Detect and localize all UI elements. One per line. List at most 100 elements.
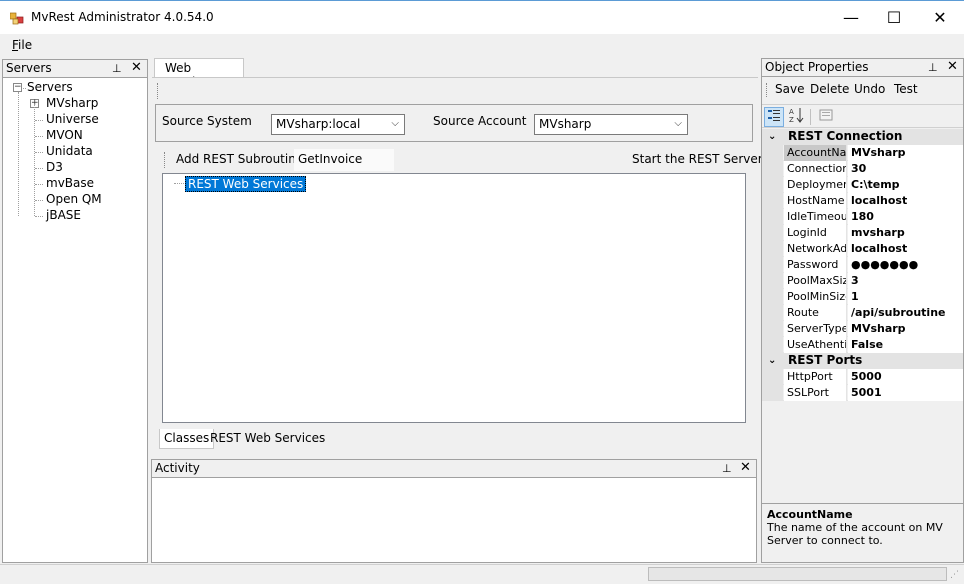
pin-icon[interactable]: ⊥ [722,460,732,477]
property-row[interactable]: SSLPort 5001 [762,385,963,401]
property-row[interactable]: ServerType MVsharp [762,321,963,337]
description-text: The name of the account on MV Server to … [767,521,943,547]
collapse-icon[interactable]: − [13,83,22,92]
property-gutter [762,369,783,385]
categorized-icon[interactable] [764,107,784,127]
property-value[interactable]: mvsharp [848,225,963,241]
tree-item-jbase[interactable]: jBASE [46,208,81,222]
property-row[interactable]: HttpPort 5000 [762,369,963,385]
source-account-value: MVsharp [539,117,592,131]
toolbar-separator [810,109,811,125]
sort-alphabetical-icon[interactable]: AZ [787,107,807,127]
property-category-label: REST Connection [788,129,903,143]
property-row[interactable]: PoolMinSize 1 [762,289,963,305]
delete-button[interactable]: Delete [810,82,849,96]
property-value[interactable]: C:\temp [848,177,963,193]
resize-grip-icon[interactable]: ⋰ [950,570,962,582]
property-row[interactable]: PoolMaxSize3 [762,273,963,289]
app-icon [10,12,24,25]
toolbar-grip[interactable] [164,152,166,168]
property-row[interactable]: Route/api/subroutine [762,305,963,321]
tree-item-universe[interactable]: Universe [46,112,99,126]
test-button[interactable]: Test [894,82,918,96]
property-value[interactable]: localhost [848,241,963,257]
property-value[interactable]: 30 [848,161,963,177]
property-row[interactable]: DeploymentPathC:\temp [762,177,963,193]
property-value[interactable]: 1 [848,289,963,305]
activity-panel-title: Activity [155,461,200,475]
activity-panel-header: Activity ⊥ ✕ [152,460,756,478]
source-account-select[interactable]: MVsharp ⌵ [534,114,688,135]
property-value[interactable]: localhost [848,193,963,209]
property-value[interactable]: 3 [848,273,963,289]
close-icon[interactable]: ✕ [131,59,142,76]
property-name: AccountName [784,145,847,161]
property-value[interactable]: 180 [848,209,963,225]
property-value[interactable]: False [848,337,963,353]
tab-web-services[interactable]: Web Services [154,58,244,89]
maximize-button[interactable]: ☐ [871,1,917,34]
save-button[interactable]: Save [775,82,804,96]
svg-text:Z: Z [789,116,794,123]
properties-toolbar: Save Delete Undo Test [762,79,963,101]
property-gutter [762,145,783,161]
chevron-down-icon: ⌵ [674,118,682,129]
property-row[interactable]: IdleTimeout 180 [762,209,963,225]
toolbar-grip[interactable] [157,83,159,99]
tree-item-unidata[interactable]: Unidata [46,144,93,158]
property-value[interactable]: MVsharp [848,321,963,337]
tab-rest-web-services[interactable]: REST Web Services [206,429,329,449]
tree-connector [35,200,43,201]
menu-file[interactable]: File [12,38,32,52]
tree-item-servers[interactable]: Servers [27,80,73,94]
toolbar-grip[interactable] [766,83,768,97]
property-description: AccountName The name of the account on M… [762,503,963,562]
rest-tree-view[interactable] [162,173,746,423]
property-value[interactable]: 5000 [848,369,963,385]
property-category[interactable]: ⌄ REST Ports [762,353,963,369]
property-value[interactable]: ●●●●●●● [848,257,963,273]
source-system-select[interactable]: MVsharp:local ⌵ [271,114,405,135]
tree-item-mvon[interactable]: MVON [46,128,83,142]
property-pages-icon[interactable] [816,107,836,127]
chevron-down-icon[interactable]: ⌄ [768,353,776,368]
tree-item-mvsharp[interactable]: MVsharp [46,96,98,110]
start-rest-server-button[interactable]: Start the REST Server [632,152,763,166]
servers-panel-header: Servers ⊥ ✕ [3,60,147,78]
property-row[interactable]: LoginId mvsharp [762,225,963,241]
add-rest-subroutine-button[interactable]: Add REST Subroutine [176,152,303,166]
tree-item-mvbase[interactable]: mvBase [46,176,94,190]
property-gutter [762,161,783,177]
tree-connector [35,184,43,185]
property-row[interactable]: Password ●●●●●●● [762,257,963,273]
chevron-down-icon[interactable]: ⌄ [768,129,776,144]
property-row[interactable]: AccountNameMVsharp [762,145,963,161]
property-value[interactable]: 5001 [848,385,963,401]
property-category[interactable]: ⌄ REST Connection [762,129,963,145]
property-name: PoolMaxSize [784,273,847,289]
property-value[interactable]: MVsharp [848,145,963,161]
property-row[interactable]: ConnectionTimeout30 [762,161,963,177]
close-button[interactable]: ✕ [917,1,963,34]
get-invoice-field[interactable]: GetInvoice [294,149,394,171]
pin-icon[interactable]: ⊥ [928,59,938,76]
close-icon[interactable]: ✕ [947,58,958,75]
tab-label: REST Web Services [210,431,326,445]
property-value[interactable]: /api/subroutine [848,305,963,321]
undo-button[interactable]: Undo [854,82,885,96]
property-name: NetworkAdapter [784,241,847,257]
property-gutter [762,385,783,401]
close-icon[interactable]: ✕ [740,459,751,476]
servers-panel-title: Servers [6,61,52,75]
tree-item-openqm[interactable]: Open QM [46,192,102,206]
property-name: PoolMinSize [784,289,847,305]
tree-item-d3[interactable]: D3 [46,160,63,174]
pin-icon[interactable]: ⊥ [112,60,122,77]
svg-text:A: A [789,108,794,116]
property-row[interactable]: UseAthenticationFalse [762,337,963,353]
property-row[interactable]: NetworkAdapterlocalhost [762,241,963,257]
minimize-button[interactable]: — [828,1,874,34]
property-row[interactable]: HostName localhost [762,193,963,209]
property-name: DeploymentPath [784,177,847,193]
tree-item-rest-web-services[interactable]: REST Web Services [185,176,307,192]
